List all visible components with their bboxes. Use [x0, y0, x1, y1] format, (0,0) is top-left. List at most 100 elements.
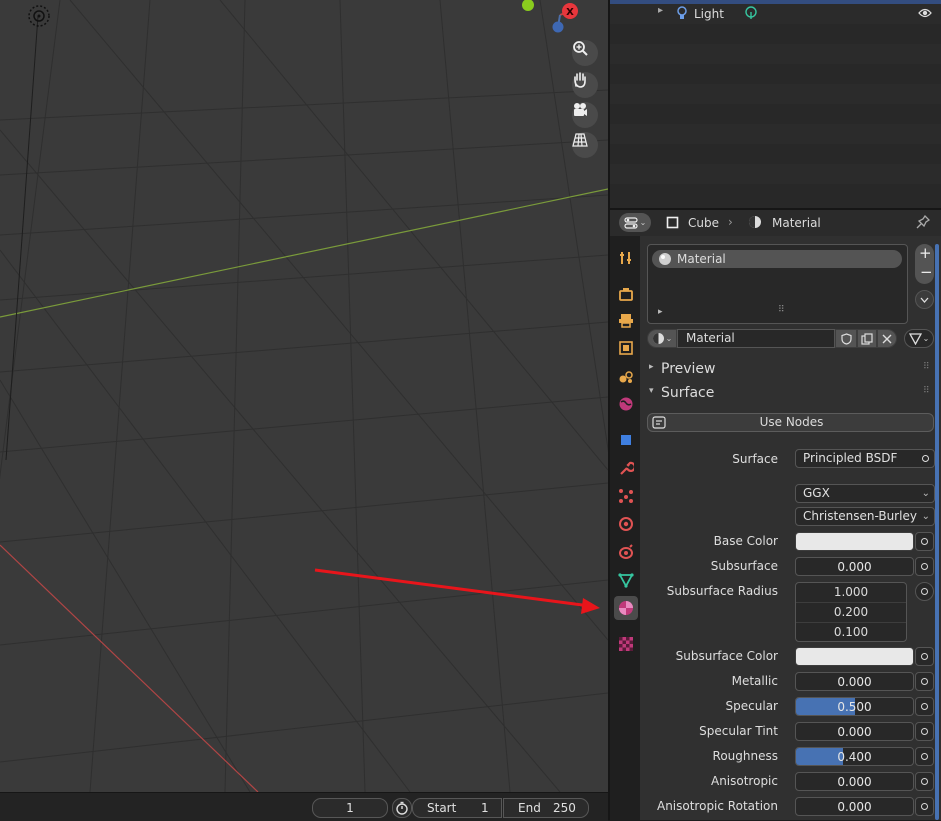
remove-slot-icon[interactable]: −	[920, 263, 933, 281]
use-nodes-button[interactable]: Use Nodes	[647, 413, 934, 432]
current-frame-value: 1	[346, 801, 354, 815]
metallic-socket-icon[interactable]	[915, 672, 934, 691]
specular-socket-icon[interactable]	[915, 697, 934, 716]
anisotropic-value: 0.000	[837, 775, 872, 789]
properties-scrollbar[interactable]	[935, 244, 939, 820]
tab-scene[interactable]	[614, 364, 638, 388]
scene-icon	[619, 371, 633, 383]
gizmo-z-icon	[552, 21, 564, 33]
subsurface-radius-x-value: 1.000	[833, 585, 869, 599]
roughness-fill	[796, 748, 843, 765]
start-frame-value: 1	[481, 801, 489, 815]
collapsed-arrow-icon: ▸	[649, 362, 654, 372]
anisotropic-rotation-field[interactable]: 0.000	[795, 797, 914, 816]
visibility-eye-icon[interactable]	[918, 7, 932, 22]
texture-checker-icon	[619, 637, 633, 651]
resize-grip-icon[interactable]: ⠿	[778, 305, 785, 315]
fake-user-shield-icon[interactable]	[835, 329, 857, 348]
specular-tint-value: 0.000	[837, 725, 872, 739]
subsurface-radius-x[interactable]: 1.000	[796, 583, 906, 603]
add-slot-icon[interactable]: +	[919, 244, 932, 262]
navigation-gizmo: X	[522, 0, 578, 33]
subsurface-radius-y[interactable]: 0.200	[796, 603, 906, 623]
object-icon	[621, 435, 631, 445]
subsurface-socket-icon[interactable]	[915, 557, 934, 576]
material-sphere-icon	[748, 215, 762, 232]
tab-view-layer[interactable]	[614, 336, 638, 360]
base-color-swatch[interactable]	[795, 532, 914, 551]
roughness-slider[interactable]: 0.400	[795, 747, 914, 766]
chevron-down-icon: ⌄	[665, 334, 673, 343]
panel-surface-header[interactable]: ▾ Surface ⠿	[647, 384, 941, 404]
browse-material-button[interactable]: ⌄	[647, 329, 677, 348]
light-data-icon[interactable]	[744, 6, 758, 23]
tab-object[interactable]	[614, 428, 638, 452]
subsurface-color-socket-icon[interactable]	[915, 647, 934, 666]
surface-shader-value: Principled BSDF	[803, 451, 898, 465]
subsurface-radius-y-value: 0.200	[833, 605, 869, 619]
tab-particles[interactable]	[614, 484, 638, 508]
expanded-arrow-icon: ▾	[649, 386, 654, 396]
subsurface-radius-socket-icon[interactable]	[915, 582, 934, 601]
current-frame-field[interactable]: 1	[312, 798, 388, 818]
editor-type-button[interactable]: ⌄	[619, 213, 651, 232]
panel-preview-title: Preview	[661, 361, 716, 377]
panel-preview-header[interactable]: ▸ Preview ⠿	[647, 360, 941, 380]
subsurface-method-dropdown[interactable]: Christensen-Burley ⌄	[795, 507, 935, 526]
unlink-close-icon[interactable]	[877, 329, 897, 348]
start-frame-field[interactable]: Start 1	[412, 798, 502, 818]
surface-shader-field[interactable]: Principled BSDF	[795, 449, 935, 468]
auto-keying-stopwatch-icon[interactable]	[392, 798, 412, 818]
perspective-grid-icon[interactable]	[572, 132, 598, 158]
specular-tint-socket-icon[interactable]	[915, 722, 934, 741]
material-name-field[interactable]: Material	[677, 329, 835, 348]
tab-render[interactable]	[614, 282, 638, 306]
duplicate-copy-icon[interactable]	[857, 329, 877, 348]
roughness-label: Roughness	[712, 749, 778, 763]
specular-tint-field[interactable]: 0.000	[795, 722, 914, 741]
anisotropic-field[interactable]: 0.000	[795, 772, 914, 791]
camera-view-icon[interactable]	[572, 102, 598, 128]
start-frame-label: Start	[427, 801, 457, 815]
tab-constraints[interactable]	[614, 540, 638, 564]
outliner-empty-row	[610, 164, 941, 184]
specular-slider[interactable]: 0.500	[795, 697, 914, 716]
outliner-row-light[interactable]: ▸ Light	[610, 4, 941, 24]
base-color-label: Base Color	[713, 534, 778, 548]
anisotropic-rotation-socket-icon[interactable]	[915, 797, 934, 816]
tab-tool[interactable]	[614, 246, 638, 270]
tab-texture[interactable]	[614, 632, 638, 656]
roughness-socket-icon[interactable]	[915, 747, 934, 766]
pan-hand-icon[interactable]	[572, 72, 598, 98]
subsurface-field[interactable]: 0.000	[795, 557, 914, 576]
physics-icon	[619, 517, 633, 531]
tab-physics[interactable]	[614, 512, 638, 536]
subsurface-color-swatch[interactable]	[795, 647, 914, 666]
tab-object-data[interactable]	[614, 568, 638, 592]
properties-header: ⌄ Cube › Material	[610, 210, 941, 236]
anisotropic-socket-icon[interactable]	[915, 772, 934, 791]
drag-grip-icon[interactable]: ⠿	[923, 362, 930, 372]
slot-specials-menu-icon[interactable]	[915, 290, 934, 309]
tab-world[interactable]	[614, 392, 638, 416]
metallic-field[interactable]: 0.000	[795, 672, 914, 691]
zoom-icon[interactable]	[572, 40, 598, 66]
breadcrumb-object: Cube	[688, 216, 719, 230]
drag-grip-icon[interactable]: ⠿	[923, 386, 930, 396]
end-frame-label: End	[518, 801, 541, 815]
end-frame-field[interactable]: End 250	[503, 798, 589, 818]
base-color-socket-icon[interactable]	[915, 532, 934, 551]
distribution-dropdown[interactable]: GGX ⌄	[795, 484, 935, 503]
subsurface-radius-z[interactable]: 0.100	[796, 623, 906, 641]
chevron-down-icon: ⌄	[921, 488, 930, 499]
panel-surface-title: Surface	[661, 385, 715, 401]
tab-material[interactable]	[614, 596, 638, 620]
expand-arrow-icon[interactable]: ▸	[658, 307, 663, 317]
tab-modifiers[interactable]	[614, 456, 638, 480]
tab-output[interactable]	[614, 308, 638, 332]
pin-icon[interactable]	[916, 214, 931, 232]
material-slot-item[interactable]: Material	[652, 250, 902, 268]
subsurface-method-value: Christensen-Burley	[803, 509, 917, 523]
3d-viewport[interactable]: X	[0, 0, 608, 792]
link-type-button[interactable]: ⌄	[904, 329, 934, 348]
